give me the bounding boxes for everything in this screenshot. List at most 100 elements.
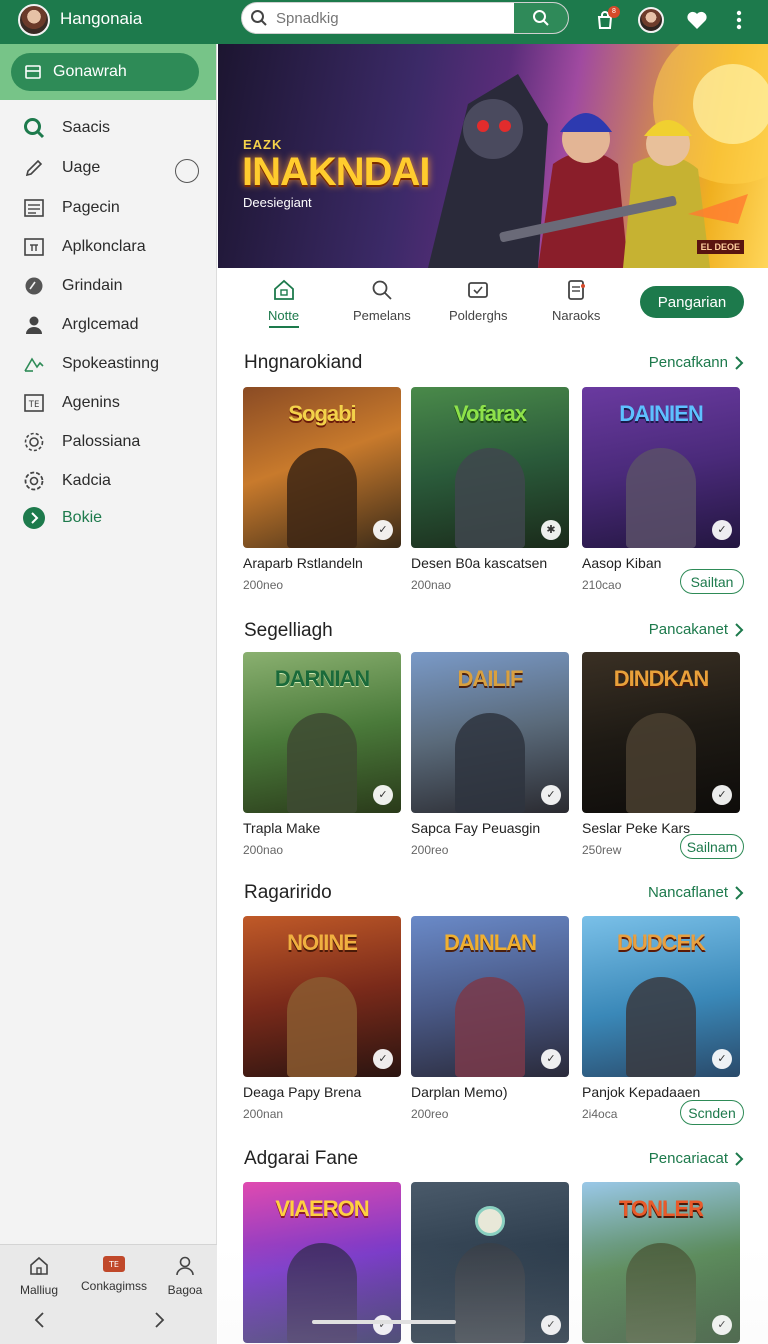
hero-banner[interactable]: EAZK INAKNDAI Deesiegiant EL DEOE [218,44,768,268]
tab-active-indicator [268,326,299,328]
game-meta: 200neo [243,578,284,592]
check-icon[interactable]: ✓ [541,1315,561,1335]
avatar[interactable] [18,4,50,36]
game-thumbnail: Vofarax ✱ [411,387,569,548]
signal-icon [22,352,46,376]
sidebar-item-label: Gonawrah [53,63,127,80]
sidebar-item-active[interactable]: Gonawrah [11,53,199,91]
check-icon[interactable]: ✓ [373,1315,393,1335]
hero-title: INAKNDAI [242,150,431,194]
back-arrow-button[interactable] [33,1311,47,1334]
sidebar-item-grinding[interactable]: Grindain [22,272,122,300]
game-card[interactable]: DAILIF ✓ Sapca Fay Peuasgin 200reo [411,652,569,857]
sidebar-item-more[interactable]: Bokie [22,504,102,532]
sidebar-item-label: Palossiana [62,433,141,450]
game-thumbnail: DAILIF ✓ [411,652,569,813]
section-see-more-link[interactable]: Pancakanet [649,621,744,638]
search-button[interactable] [514,3,568,33]
character-art [455,1243,525,1343]
chevron-left-icon [34,1312,44,1328]
game-card[interactable]: DUDCEK ✓ Panjok Kepadaaen 2i4oca [582,916,740,1121]
sidebar-item-label: Agenins [62,394,120,411]
game-card[interactable]: DINDKAN ✓ Seslar Peke Kars 250rew [582,652,740,857]
tab-home[interactable]: Notte [268,278,299,328]
search-input[interactable] [276,9,514,27]
game-card[interactable]: DAINIEN ✓ Aasop Kiban 210cao [582,387,740,592]
search-icon [372,280,392,300]
chevron-right-icon [735,355,744,370]
game-card[interactable]: ✓ [411,1182,569,1343]
document-icon [22,196,46,220]
avatar [638,7,664,33]
game-thumbnail: TONLER ✓ [582,1182,740,1343]
user-icon [22,313,46,337]
bottom-nav-profile[interactable]: Bagoa [149,1255,221,1297]
sidebar-item-settings[interactable]: Kadcia [22,467,111,495]
check-icon[interactable]: ✓ [373,1049,393,1069]
check-icon[interactable]: ✓ [712,785,732,805]
sidebar-item-label: Saacis [62,119,111,136]
sidebar-item-pages[interactable]: Pagecin [22,194,120,222]
sidebar-item-agents[interactable]: TE Agenins [22,389,120,417]
game-card[interactable]: Vofarax ✱ Desen B0a kascatsen 200nao [411,387,569,592]
check-icon[interactable]: ✓ [712,1315,732,1335]
game-card[interactable]: Sogabi ✓ Araparb Rstlandeln 200neo [243,387,401,592]
tag-icon: TE [22,391,46,415]
app-title: Hangonaia [60,9,143,28]
sidebar-item-label: Arglcemad [62,316,139,333]
profile-button[interactable] [636,5,666,35]
filter-icon[interactable] [175,159,199,183]
section-see-more-link[interactable]: Pencafkann [649,354,744,371]
game-logo: VIAERON [275,1196,369,1221]
check-icon[interactable]: ✓ [541,785,561,805]
section-see-more-link[interactable]: Pencariacat [649,1150,744,1167]
sidebar-item-broadcasting[interactable]: Spokeastinng [22,350,159,378]
section-action-button[interactable]: Sailnam [680,834,744,859]
sidebar-header: Gonawrah [0,44,216,100]
tab-records[interactable]: Naraoks [552,278,600,323]
favorites-button[interactable] [682,5,712,35]
primary-action-button[interactable]: Pangarian [640,286,744,318]
check-icon[interactable]: ✓ [373,785,393,805]
section-see-more-link[interactable]: Nancaflanet [648,884,744,901]
game-card[interactable]: VIAERON ✓ [243,1182,401,1343]
game-card[interactable]: DAINLAN ✓ Darplan Memo) 200reo [411,916,569,1121]
section-title: Segelliagh [244,620,333,641]
home-indicator[interactable] [312,1320,456,1324]
settings-icon[interactable]: ✱ [541,520,561,540]
game-card[interactable]: DARNIAN ✓ Trapla Make 200nao [243,652,401,857]
game-meta: 200reo [411,1107,449,1121]
sidebar-item-usage[interactable]: Uage [22,154,100,182]
svg-text:TE: TE [108,1260,119,1269]
check-icon[interactable]: ✓ [712,520,732,540]
tab-label: Notte [268,308,300,323]
top-bar: Hangonaia 8 [0,0,768,44]
character-art [455,448,525,548]
sidebar-item-search[interactable]: Saacis [22,114,110,142]
tab-search[interactable]: Pemelans [353,278,411,323]
check-icon[interactable]: ✓ [712,1049,732,1069]
section-action-button[interactable]: Sailtan [680,569,744,594]
game-card[interactable]: NOIINE ✓ Deaga Papy Brena 200nan [243,916,401,1121]
game-title: Sapca Fay Peuasgin [411,820,541,836]
more-menu-button[interactable] [724,5,754,35]
section-action-button[interactable]: Scnden [680,1100,744,1125]
section-title: Ragarirido [244,882,332,903]
settings-icon [22,469,46,493]
chevron-right-icon [22,506,46,530]
sidebar-item-preferences[interactable]: Palossiana [22,428,140,456]
bottom-nav-games[interactable]: TE Conkagimss [78,1255,150,1293]
forward-arrow-button[interactable] [152,1311,166,1334]
bottom-nav-home[interactable]: Malliug [3,1255,75,1297]
sidebar-item-applications[interactable]: Aplkonclara [22,233,146,261]
game-logo: NOIINE [287,930,358,955]
chevron-right-icon [155,1312,165,1328]
game-logo: Sogabi [288,401,356,426]
check-icon[interactable]: ✓ [541,1049,561,1069]
sidebar-item-account[interactable]: Arglcemad [22,311,138,339]
game-card[interactable]: TONLER ✓ [582,1182,740,1343]
tab-controllers[interactable]: Polderghs [449,278,508,323]
chevron-right-icon [735,1151,744,1166]
notification-button[interactable]: 8 [590,5,620,35]
check-icon[interactable]: ✓ [373,520,393,540]
